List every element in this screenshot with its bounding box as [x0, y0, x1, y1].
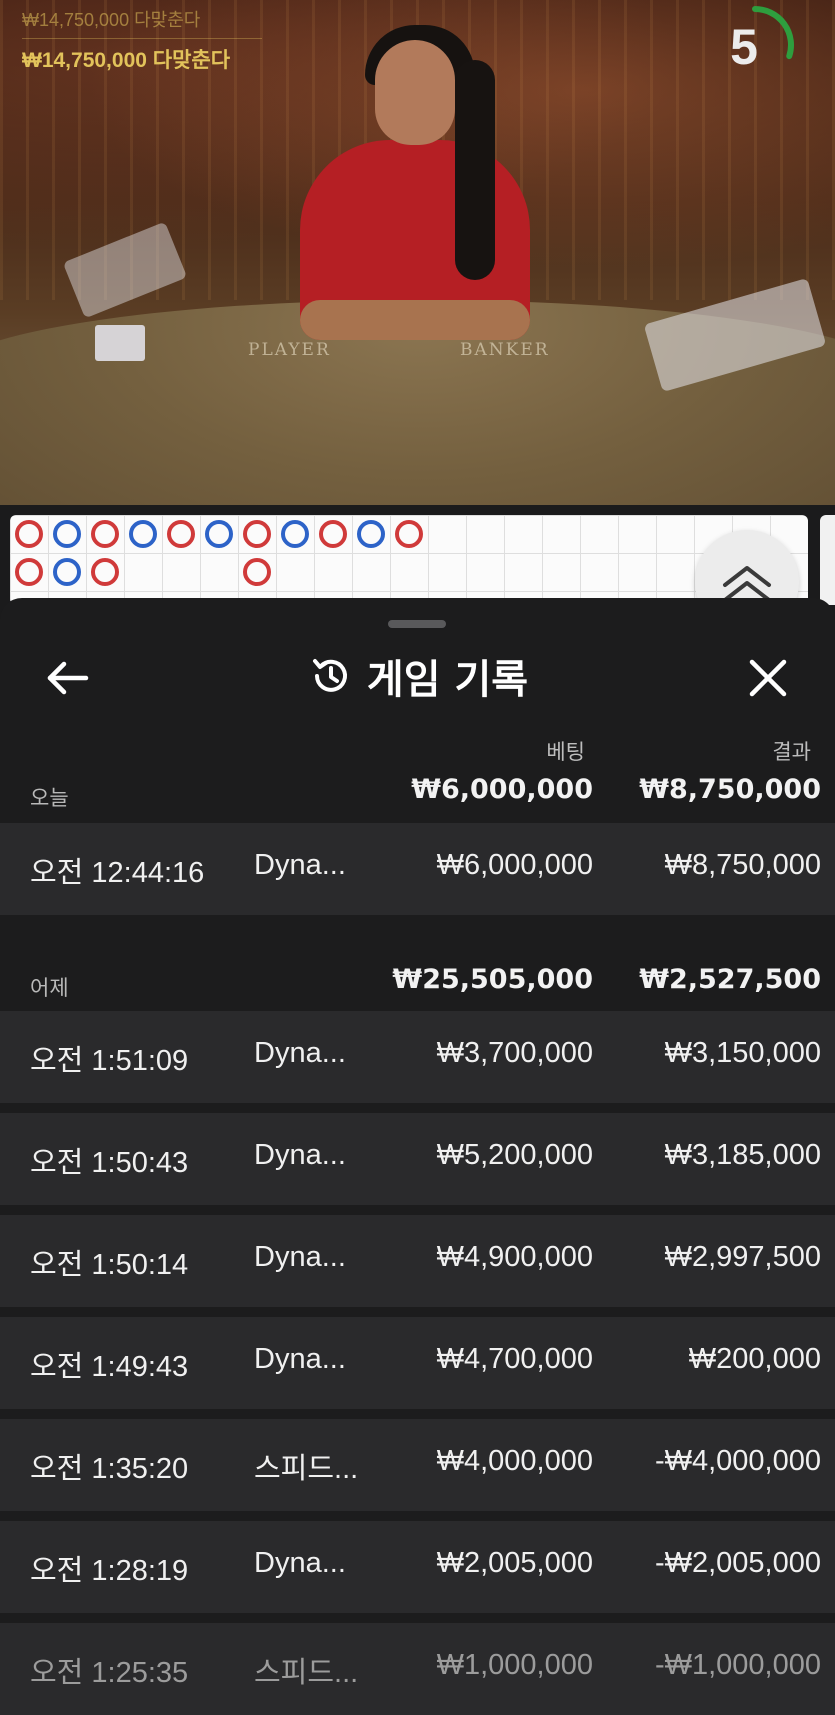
- row-bet: ₩4,700,000: [436, 1343, 593, 1375]
- history-row[interactable]: 오전 1:50:14 Dyna... ₩4,900,000 ₩2,997,500: [0, 1215, 835, 1307]
- history-row[interactable]: 오전 1:35:20 스피드... ₩4,000,000 -₩4,000,000: [0, 1419, 835, 1511]
- row-result: ₩8,750,000: [664, 849, 821, 881]
- row-result: ₩3,150,000: [664, 1037, 821, 1069]
- game-history-sheet: 게임 기록 베팅 결과 오늘 ₩6,000,000 ₩8,750,000 오전 …: [0, 598, 835, 1715]
- group-result-total: ₩8,750,000: [639, 774, 821, 805]
- win-amount: ₩14,750,000: [22, 49, 147, 72]
- dealer-arms: [300, 300, 530, 340]
- secondary-road-edge: [820, 515, 835, 605]
- history-row[interactable]: 오전 1:51:09 Dyna... ₩3,700,000 ₩3,150,000: [0, 1011, 835, 1103]
- close-icon: [749, 659, 787, 697]
- row-result: ₩2,997,500: [664, 1241, 821, 1273]
- overlay-divider: [22, 38, 262, 39]
- player-table-label: PLAYER: [248, 340, 331, 360]
- row-game: Dyna...: [254, 1139, 346, 1171]
- banker-bead: [395, 520, 423, 548]
- close-button[interactable]: [740, 653, 796, 703]
- row-result: -₩2,005,000: [654, 1547, 821, 1579]
- row-bet: ₩1,000,000: [436, 1649, 593, 1681]
- player-bead: [53, 520, 81, 548]
- row-time: 오전 1:28:19: [30, 1555, 189, 1587]
- row-time: 오전 12:44:16: [30, 857, 205, 889]
- player-bead: [357, 520, 385, 548]
- bet-column-header: 베팅: [546, 740, 585, 764]
- banker-bead: [15, 558, 43, 586]
- banker-bead: [167, 520, 195, 548]
- sheet-drag-handle[interactable]: [388, 620, 446, 628]
- history-row[interactable]: 오전 12:44:16 Dyna... ₩6,000,000 ₩8,750,00…: [0, 823, 835, 915]
- history-row[interactable]: 오전 1:49:43 Dyna... ₩4,700,000 ₩200,000: [0, 1317, 835, 1409]
- history-row[interactable]: 오전 1:28:19 Dyna... ₩2,005,000 -₩2,005,00…: [0, 1521, 835, 1613]
- player-bead: [53, 558, 81, 586]
- sheet-title: 게임 기록: [366, 657, 529, 703]
- banker-table-label: BANKER: [460, 340, 550, 360]
- row-time: 오전 1:51:09: [30, 1045, 189, 1077]
- row-bet: ₩6,000,000: [436, 849, 593, 881]
- live-video: PLAYER BANKER ₩14,750,000 다맞춘다 ₩14,750,0…: [0, 0, 835, 505]
- group-bet-total: ₩6,000,000: [411, 774, 593, 805]
- row-time: 오전 1:25:35: [30, 1657, 189, 1689]
- row-game: Dyna...: [254, 1547, 346, 1579]
- row-bet: ₩3,700,000: [436, 1037, 593, 1069]
- history-icon: [312, 659, 347, 692]
- row-time: 오전 1:35:20: [30, 1453, 189, 1485]
- previous-win-overlay: ₩14,750,000 다맞춘다: [22, 10, 201, 30]
- banker-bead: [319, 520, 347, 548]
- row-result: -₩4,000,000: [654, 1445, 821, 1477]
- row-game: Dyna...: [254, 1343, 346, 1375]
- sheet-header: 게임 기록: [0, 646, 835, 706]
- result-column-header: 결과: [772, 740, 811, 764]
- row-result: ₩200,000: [688, 1343, 821, 1375]
- group-result-total: ₩2,527,500: [639, 964, 821, 995]
- card-stack: [95, 325, 145, 361]
- banker-bead: [243, 558, 271, 586]
- player-bead: [281, 520, 309, 548]
- row-bet: ₩2,005,000: [436, 1547, 593, 1579]
- countdown-number: 5: [730, 19, 758, 75]
- row-game: Dyna...: [254, 1037, 346, 1069]
- row-game: 스피드...: [254, 1453, 359, 1485]
- group-header-yesterday: 어제 ₩25,505,000 ₩2,527,500: [0, 960, 835, 1010]
- history-row[interactable]: 오전 1:50:43 Dyna... ₩5,200,000 ₩3,185,000: [0, 1113, 835, 1205]
- group-label: 오늘: [30, 786, 69, 810]
- row-time: 오전 1:50:14: [30, 1249, 189, 1281]
- history-row[interactable]: 오전 1:25:35 스피드... ₩1,000,000 -₩1,000,000: [0, 1623, 835, 1715]
- row-game: Dyna...: [254, 849, 346, 881]
- row-game: Dyna...: [254, 1241, 346, 1273]
- row-result: ₩3,185,000: [664, 1139, 821, 1171]
- dealer-hair-side: [455, 60, 495, 280]
- group-bet-total: ₩25,505,000: [392, 964, 593, 995]
- banker-bead: [243, 520, 271, 548]
- group-header-today: 오늘 ₩6,000,000 ₩8,750,000: [0, 770, 835, 820]
- bead-road[interactable]: [10, 515, 808, 605]
- player-bead: [129, 520, 157, 548]
- win-amount-banner: ₩14,750,000 다맞춘다: [22, 44, 230, 74]
- row-result: -₩1,000,000: [654, 1649, 821, 1681]
- player-bead: [205, 520, 233, 548]
- dealer-face: [375, 40, 455, 145]
- row-time: 오전 1:50:43: [30, 1147, 189, 1179]
- group-label: 어제: [30, 976, 69, 1000]
- banker-bead: [91, 558, 119, 586]
- row-game: 스피드...: [254, 1657, 359, 1689]
- row-bet: ₩5,200,000: [436, 1139, 593, 1171]
- win-label: 다맞춘다: [152, 49, 231, 72]
- row-bet: ₩4,900,000: [436, 1241, 593, 1273]
- banker-bead: [91, 520, 119, 548]
- banker-bead: [15, 520, 43, 548]
- row-bet: ₩4,000,000: [436, 1445, 593, 1477]
- row-time: 오전 1:49:43: [30, 1351, 189, 1383]
